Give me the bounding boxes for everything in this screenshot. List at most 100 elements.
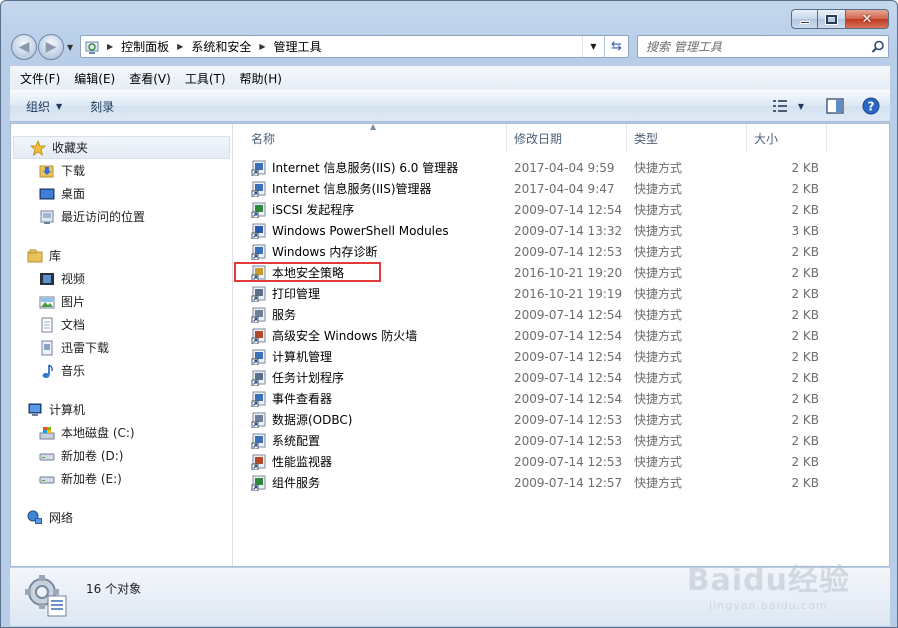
shortcut-icon — [251, 475, 266, 491]
burn-button[interactable]: 刻录 — [90, 98, 114, 115]
chevron-down-icon: ▼ — [797, 101, 804, 111]
star-icon — [30, 139, 46, 156]
recent-pages-button[interactable]: ▼ — [67, 43, 77, 53]
menu-help[interactable]: 帮助(H) — [240, 70, 282, 87]
refresh-button[interactable]: ⇆ — [604, 36, 628, 57]
table-row[interactable]: iSCSI 发起程序 2009-07-14 12:54 快捷方式 2 KB — [234, 199, 889, 220]
nav-item-drive-e[interactable]: 新加卷 (E:) — [11, 467, 232, 490]
preview-pane-button[interactable] — [826, 98, 844, 114]
organize-button[interactable]: 组织 ▼ — [26, 98, 62, 115]
file-name-cell: Internet 信息服务(IIS)管理器 — [234, 180, 507, 197]
column-type[interactable]: 类型 — [627, 124, 747, 152]
watermark-url: jingyan.baidu.com — [709, 599, 828, 612]
file-type: 快捷方式 — [634, 266, 683, 280]
maximize-button[interactable] — [817, 9, 845, 29]
shortcut-icon — [251, 433, 266, 449]
table-row[interactable]: 打印管理 2016-10-21 19:19 快捷方式 2 KB — [234, 283, 889, 304]
close-button[interactable]: ✕ — [845, 9, 889, 29]
nav-item-thunder-downloads[interactable]: 迅雷下载 — [11, 336, 232, 359]
column-size[interactable]: 大小 — [747, 124, 827, 152]
table-row[interactable]: Windows PowerShell Modules 2009-07-14 13:… — [234, 220, 889, 241]
menu-tools[interactable]: 工具(T) — [185, 70, 226, 87]
file-name: iSCSI 发起程序 — [272, 203, 355, 217]
menu-edit[interactable]: 编辑(E) — [74, 70, 115, 87]
file-size: 3 KB — [791, 223, 819, 238]
nav-item-recent-places[interactable]: 最近访问的位置 — [11, 205, 232, 228]
search-input[interactable] — [646, 39, 868, 54]
column-type-label: 类型 — [634, 131, 659, 146]
nav-item-drive-c[interactable]: 本地磁盘 (C:) — [11, 421, 232, 444]
nav-computer[interactable]: 计算机 — [11, 398, 232, 421]
table-row[interactable]: 事件查看器 2009-07-14 12:54 快捷方式 2 KB — [234, 388, 889, 409]
nav-item-documents[interactable]: 文档 — [11, 313, 232, 336]
shortcut-icon — [251, 181, 266, 197]
forward-button[interactable]: ▶ — [38, 34, 64, 60]
file-name: 事件查看器 — [272, 392, 333, 406]
file-name: 高级安全 Windows 防火墙 — [272, 329, 418, 343]
file-date: 2009-07-14 12:54 — [514, 328, 623, 343]
menu-view[interactable]: 查看(V) — [129, 70, 171, 87]
table-row[interactable]: 服务 2009-07-14 12:54 快捷方式 2 KB — [234, 304, 889, 325]
menu-file[interactable]: 文件(F) — [20, 70, 60, 87]
breadcrumb-admin-tools[interactable]: 管理工具 — [274, 38, 322, 55]
breadcrumb-separator-icon[interactable]: ▶ — [107, 42, 113, 51]
file-date: 2009-07-14 12:54 — [514, 370, 623, 385]
table-row[interactable]: 高级安全 Windows 防火墙 2009-07-14 12:54 快捷方式 2 KB — [234, 325, 889, 346]
nav-item-pictures[interactable]: 图片 — [11, 290, 232, 313]
shortcut-icon — [251, 202, 266, 218]
nav-item-music[interactable]: 音乐 — [11, 359, 232, 382]
file-name: Windows 内存诊断 — [272, 245, 378, 259]
change-view-button[interactable] — [772, 99, 788, 113]
nav-network[interactable]: 网络 — [11, 506, 232, 529]
file-list: ▲ 名称 修改日期 类型 大小 Internet 信息服务(IIS) 6.0 管… — [234, 122, 889, 566]
breadcrumb-separator-icon[interactable]: ▶ — [259, 42, 265, 51]
file-type: 快捷方式 — [634, 434, 683, 448]
view-options-button[interactable]: ▼ — [798, 102, 804, 111]
table-row[interactable]: 性能监视器 2009-07-14 12:53 快捷方式 2 KB — [234, 451, 889, 472]
nav-libraries-label: 库 — [49, 249, 62, 263]
table-row[interactable]: Internet 信息服务(IIS)管理器 2017-04-04 9:47 快捷方式… — [234, 178, 889, 199]
file-size: 2 KB — [791, 286, 819, 301]
breadcrumb: ▶ 控制面板 ▶ 系统和安全 ▶ 管理工具 — [103, 38, 582, 55]
address-history-button[interactable]: ▼ — [582, 36, 604, 57]
annotation-highlight-box — [234, 262, 381, 282]
file-name: 性能监视器 — [272, 455, 333, 469]
breadcrumb-system-security[interactable]: 系统和安全 — [191, 38, 251, 55]
table-row[interactable]: 任务计划程序 2009-07-14 12:54 快捷方式 2 KB — [234, 367, 889, 388]
address-bar[interactable]: ▶ 控制面板 ▶ 系统和安全 ▶ 管理工具 ▼ ⇆ — [80, 35, 629, 58]
file-type: 快捷方式 — [634, 476, 683, 490]
table-row[interactable]: 本地安全策略 2016-10-21 19:20 快捷方式 2 KB — [234, 262, 889, 283]
column-date-modified[interactable]: 修改日期 — [507, 124, 627, 152]
minimize-button[interactable] — [791, 9, 817, 29]
table-row[interactable]: 计算机管理 2009-07-14 12:54 快捷方式 2 KB — [234, 346, 889, 367]
nav-item-label: 视频 — [61, 272, 86, 286]
nav-item-desktop[interactable]: 桌面 — [11, 182, 232, 205]
file-date: 2017-04-04 9:59 — [514, 160, 615, 175]
breadcrumb-control-panel[interactable]: 控制面板 — [121, 38, 169, 55]
nav-item-videos[interactable]: 视频 — [11, 267, 232, 290]
nav-favorites[interactable]: 收藏夹 — [13, 136, 230, 159]
file-name-cell: 事件查看器 — [234, 390, 507, 407]
file-size: 2 KB — [791, 412, 819, 427]
nav-libraries[interactable]: 库 — [11, 244, 232, 267]
table-row[interactable]: 组件服务 2009-07-14 12:57 快捷方式 2 KB — [234, 472, 889, 493]
close-icon: ✕ — [861, 11, 873, 27]
table-row[interactable]: 系统配置 2009-07-14 12:53 快捷方式 2 KB — [234, 430, 889, 451]
file-size: 2 KB — [791, 349, 819, 364]
back-button[interactable]: ◀ — [11, 34, 37, 60]
help-button[interactable]: ? — [862, 97, 880, 115]
table-row[interactable]: 数据源(ODBC) 2009-07-14 12:53 快捷方式 2 KB — [234, 409, 889, 430]
file-size: 2 KB — [791, 265, 819, 280]
nav-item-label: 图片 — [61, 295, 86, 309]
breadcrumb-separator-icon[interactable]: ▶ — [177, 42, 183, 51]
table-row[interactable]: Internet 信息服务(IIS) 6.0 管理器 2017-04-04 9:5… — [234, 157, 889, 178]
table-row[interactable]: Windows 内存诊断 2009-07-14 12:53 快捷方式 2 KB — [234, 241, 889, 262]
arrow-left-icon: ◀ — [18, 39, 30, 55]
file-date: 2009-07-14 13:32 — [514, 223, 623, 238]
nav-item-drive-d[interactable]: 新加卷 (D:) — [11, 444, 232, 467]
file-name: 系统配置 — [272, 434, 321, 448]
file-type: 快捷方式 — [634, 455, 683, 469]
search-icon[interactable] — [868, 40, 888, 54]
file-size: 2 KB — [791, 307, 819, 322]
nav-item-downloads[interactable]: 下载 — [11, 159, 232, 182]
